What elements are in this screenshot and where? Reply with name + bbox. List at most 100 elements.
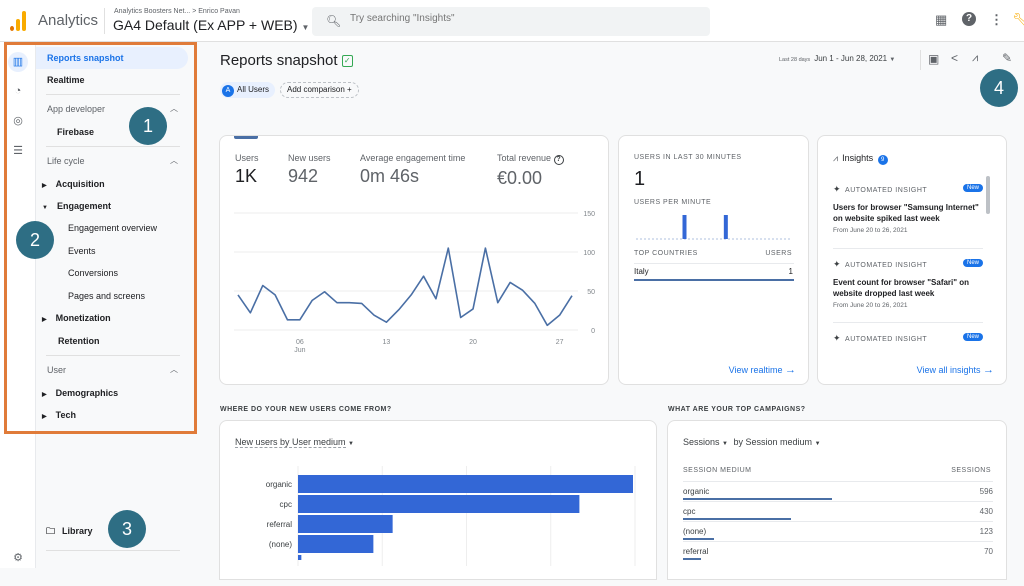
insight-text: Users for browser "Samsung Internet" on … bbox=[833, 202, 983, 224]
kpi-value: 942 bbox=[288, 166, 331, 187]
sessions-cell: 430 bbox=[980, 507, 993, 516]
y-tick-label: 0 bbox=[591, 328, 595, 335]
insights-count-badge: 9 bbox=[878, 155, 888, 165]
users-per-minute-label: USERS PER MINUTE bbox=[634, 199, 711, 206]
users-per-minute-chart bbox=[636, 212, 796, 242]
users-header: USERS bbox=[765, 250, 792, 257]
share-icon[interactable]: < bbox=[951, 51, 958, 65]
insight-item[interactable]: ✦AUTOMATED INSIGHT New Event count for b… bbox=[833, 259, 983, 309]
breadcrumb-user[interactable]: Enrico Pavan bbox=[198, 8, 240, 15]
more-vert-icon[interactable]: ⋮ bbox=[990, 12, 1003, 28]
dimension-selector[interactable]: by Session medium ▼ bbox=[734, 437, 821, 447]
country-row: Italy 1 bbox=[634, 267, 794, 281]
sessions-share-bar bbox=[683, 518, 791, 520]
bar-other bbox=[298, 555, 301, 560]
campaigns-selectors: Sessions ▼ by Session medium ▼ bbox=[683, 437, 821, 447]
metric-selector[interactable]: Sessions ▼ bbox=[683, 437, 728, 447]
users-series-line bbox=[238, 248, 572, 325]
divider bbox=[833, 248, 983, 249]
campaigns-section-heading: WHAT ARE YOUR TOP CAMPAIGNS? bbox=[668, 406, 806, 413]
caret-down-icon: ▼ bbox=[889, 57, 895, 63]
realtime-card: USERS IN LAST 30 MINUTES 1 USERS PER MIN… bbox=[618, 135, 809, 385]
breadcrumb-account[interactable]: Analytics Boosters Net... bbox=[114, 8, 190, 15]
realtime-title: USERS IN LAST 30 MINUTES bbox=[634, 154, 742, 161]
selector-label: Sessions bbox=[683, 437, 720, 447]
add-comparison-button[interactable]: Add comparison + bbox=[280, 82, 359, 98]
search-bar[interactable]: 🔍︎ bbox=[312, 7, 710, 36]
medium-cell: cpc bbox=[683, 507, 695, 516]
new-users-section-heading: WHERE DO YOUR NEW USERS COME FROM? bbox=[220, 406, 392, 413]
kpi-value: 0m 46s bbox=[360, 166, 465, 187]
selector-label: New users by User medium bbox=[235, 437, 346, 448]
insight-type: ✦ AUTOMATED INSIGHT bbox=[833, 333, 983, 344]
kpi-avg-engagement-time[interactable]: Average engagement time 0m 46s bbox=[360, 153, 465, 187]
verified-report-icon: ✓ bbox=[342, 55, 353, 67]
insight-item[interactable]: ✦ AUTOMATED INSIGHT New bbox=[833, 333, 983, 344]
page-title: Reports snapshot ✓ bbox=[220, 52, 353, 69]
edit-pencil-icon[interactable]: ✎ bbox=[1002, 51, 1012, 65]
minute-bar bbox=[724, 215, 728, 239]
bar-referral bbox=[298, 515, 393, 533]
arrow-right-icon: → bbox=[983, 364, 994, 376]
plus-icon: + bbox=[347, 85, 352, 94]
divider bbox=[46, 550, 180, 551]
table-row[interactable]: cpc 430 bbox=[683, 501, 993, 521]
kpi-total-revenue[interactable]: Total revenue ? €0.00 bbox=[497, 153, 564, 189]
app-name: Analytics bbox=[38, 12, 98, 29]
metric-selector[interactable]: New users by User medium ▼ bbox=[235, 437, 354, 447]
divider bbox=[104, 8, 105, 34]
kpi-label: Total revenue ? bbox=[497, 153, 564, 165]
admin-gear-icon[interactable]: ⚙ bbox=[8, 548, 28, 568]
property-selector[interactable]: GA4 Default (Ex APP + WEB) ▼ bbox=[113, 17, 309, 33]
customize-report-icon[interactable]: ▣ bbox=[928, 52, 939, 66]
arrow-right-icon: → bbox=[785, 364, 796, 376]
insight-type-text: AUTOMATED INSIGHT bbox=[845, 336, 927, 343]
kpi-label: Users bbox=[235, 153, 259, 163]
kpi-label: Average engagement time bbox=[360, 153, 465, 163]
page-title-text: Reports snapshot bbox=[220, 52, 338, 69]
category-label: referral bbox=[267, 520, 293, 529]
scrollbar[interactable] bbox=[986, 176, 990, 214]
insight-date: From June 20 to 26, 2021 bbox=[833, 302, 983, 309]
x-tick-label: 27 bbox=[556, 339, 564, 346]
bar-organic bbox=[298, 475, 633, 493]
divider bbox=[920, 50, 921, 70]
new-badge: New bbox=[963, 333, 983, 341]
table-row[interactable]: organic 596 bbox=[683, 481, 993, 501]
date-range-picker[interactable]: Last 28 daysJun 1 - Jun 28, 2021 ▼ bbox=[779, 54, 895, 63]
sessions-cell: 596 bbox=[980, 487, 993, 496]
date-prefix: Last 28 days bbox=[779, 57, 810, 63]
sparkle-icon: ✦ bbox=[833, 184, 841, 194]
insight-item[interactable]: ✦AUTOMATED INSIGHT New Users for browser… bbox=[833, 184, 983, 234]
selector-label: by Session medium bbox=[734, 437, 813, 447]
apps-grid-icon[interactable]: ▦ bbox=[935, 12, 947, 28]
property-name: GA4 Default (Ex APP + WEB) bbox=[113, 17, 298, 33]
kpi-users[interactable]: Users 1K bbox=[235, 153, 259, 187]
country-users: 1 bbox=[789, 267, 793, 276]
sessions-cell: 123 bbox=[980, 527, 993, 536]
annotation-badge-4: 4 bbox=[980, 69, 1018, 107]
help-circle-icon[interactable]: ? bbox=[554, 155, 564, 165]
realtime-value: 1 bbox=[634, 168, 645, 191]
bar-cpc bbox=[298, 495, 579, 513]
caret-down-icon: ▼ bbox=[722, 441, 728, 447]
search-input[interactable] bbox=[350, 13, 690, 24]
insights-sparkline-icon[interactable]: ⩘ bbox=[972, 52, 978, 65]
table-row[interactable]: referral70 bbox=[683, 541, 993, 561]
nav-label: Library bbox=[62, 526, 93, 536]
sessions-share-bar bbox=[683, 538, 714, 540]
view-all-insights-link[interactable]: View all insights → bbox=[917, 364, 994, 376]
view-realtime-link[interactable]: View realtime → bbox=[729, 364, 796, 376]
caret-down-icon: ▼ bbox=[301, 23, 309, 32]
wrench-icon[interactable]: 🔧︎ bbox=[1012, 12, 1024, 28]
country-name: Italy bbox=[634, 267, 649, 276]
medium-cell: organic bbox=[683, 487, 709, 496]
kpi-new-users[interactable]: New users 942 bbox=[288, 153, 331, 187]
table-row[interactable]: (none)123 bbox=[683, 521, 993, 541]
breadcrumb[interactable]: Analytics Boosters Net... > Enrico Pavan bbox=[114, 8, 240, 15]
caret-down-icon: ▼ bbox=[348, 441, 354, 447]
sparkle-icon: ✦ bbox=[833, 333, 841, 343]
segment-chip[interactable]: AAll Users bbox=[220, 82, 275, 98]
segment-avatar: A bbox=[222, 85, 234, 97]
help-icon[interactable]: ? bbox=[962, 12, 976, 26]
